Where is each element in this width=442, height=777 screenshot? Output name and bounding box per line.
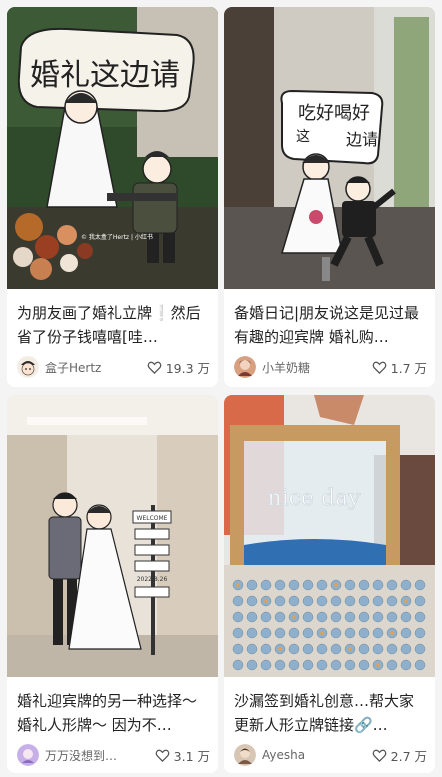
sign-text: 婚礼这边请 (30, 58, 180, 93)
notes-feed: 婚礼这边请 © 我太盒了Hertz | 小红书 为朋友画了婚礼立牌❕然后省了份子… (0, 0, 442, 777)
note-title[interactable]: 沙漏签到婚礼创意…帮大家更新人形立牌链接🔗… (234, 689, 427, 737)
note-title[interactable]: 为朋友画了婚礼立牌❕然后省了份子钱嘻嘻[哇… (17, 301, 210, 349)
note-thumbnail[interactable]: 婚礼这边请 © 我太盒了Hertz | 小红书 (7, 7, 218, 289)
author-name[interactable]: 盒子Hertz (45, 359, 147, 376)
like-button[interactable]: 2.7 万 (372, 746, 427, 765)
note-card[interactable]: 婚礼这边请 © 我太盒了Hertz | 小红书 为朋友画了婚礼立牌❕然后省了份子… (7, 7, 218, 387)
like-button[interactable]: 19.3 万 (147, 358, 210, 377)
photo-avatar-icon[interactable] (234, 744, 256, 766)
note-title[interactable]: 备婚日记|朋友说这是见过最有趣的迎宾牌 婚礼购… (234, 301, 427, 349)
sign-text: 边请 (346, 130, 378, 149)
heart-icon (372, 749, 387, 762)
cartoon-face-icon[interactable] (17, 356, 39, 378)
like-count: 1.7 万 (390, 360, 427, 376)
hourglass-signin-photo: nice day (224, 395, 435, 677)
note-meta: 万万没想到… 3.1 万 (17, 743, 210, 767)
author-name[interactable]: 万万没想到… (45, 747, 155, 764)
author-name[interactable]: Ayesha (262, 748, 372, 762)
like-count: 3.1 万 (173, 748, 210, 764)
note-card[interactable]: nice day 沙漏签到婚礼创意…帮大家更新人形立牌链接🔗… Ayesha 2… (224, 395, 435, 773)
note-thumbnail[interactable]: 吃好喝好 这 边请 (224, 7, 435, 289)
image-watermark: © 我太盒了Hertz | 小红书 (81, 233, 153, 241)
sign-text: 这 (296, 128, 310, 145)
glass-text: nice day (267, 486, 361, 511)
note-card[interactable]: 吃好喝好 这 边请 备婚日记|朋友说这是见过最有趣的迎宾牌 婚礼购… 小羊奶糖 … (224, 7, 435, 387)
wedding-sign-photo: WELCOME 2022.8.26 (7, 395, 218, 677)
welcome-sign-text: WELCOME (137, 515, 168, 522)
purple-avatar-icon[interactable] (17, 744, 39, 766)
note-meta: 盒子Hertz 19.3 万 (17, 355, 210, 379)
author-name[interactable]: 小羊奶糖 (262, 359, 372, 376)
note-thumbnail[interactable]: WELCOME 2022.8.26 (7, 395, 218, 677)
note-meta: Ayesha 2.7 万 (234, 743, 427, 767)
photo-avatar-icon[interactable] (234, 356, 256, 378)
wedding-sign-photo: 婚礼这边请 © 我太盒了Hertz | 小红书 (7, 7, 218, 289)
heart-icon (155, 749, 170, 762)
heart-icon (372, 361, 387, 374)
wedding-sign-photo: 吃好喝好 这 边请 (224, 7, 435, 289)
like-count: 19.3 万 (165, 360, 210, 376)
like-button[interactable]: 1.7 万 (372, 358, 427, 377)
note-meta: 小羊奶糖 1.7 万 (234, 355, 427, 379)
note-card[interactable]: WELCOME 2022.8.26 婚礼迎宾牌的另一种选择～婚礼人形牌～ 因为不… (7, 395, 218, 773)
date-sign-text: 2022.8.26 (137, 576, 168, 583)
like-button[interactable]: 3.1 万 (155, 746, 210, 765)
note-thumbnail[interactable]: nice day (224, 395, 435, 677)
like-count: 2.7 万 (390, 748, 427, 764)
note-title[interactable]: 婚礼迎宾牌的另一种选择～婚礼人形牌～ 因为不… (17, 689, 210, 737)
sign-text: 吃好喝好 (298, 103, 370, 124)
heart-icon (147, 361, 162, 374)
